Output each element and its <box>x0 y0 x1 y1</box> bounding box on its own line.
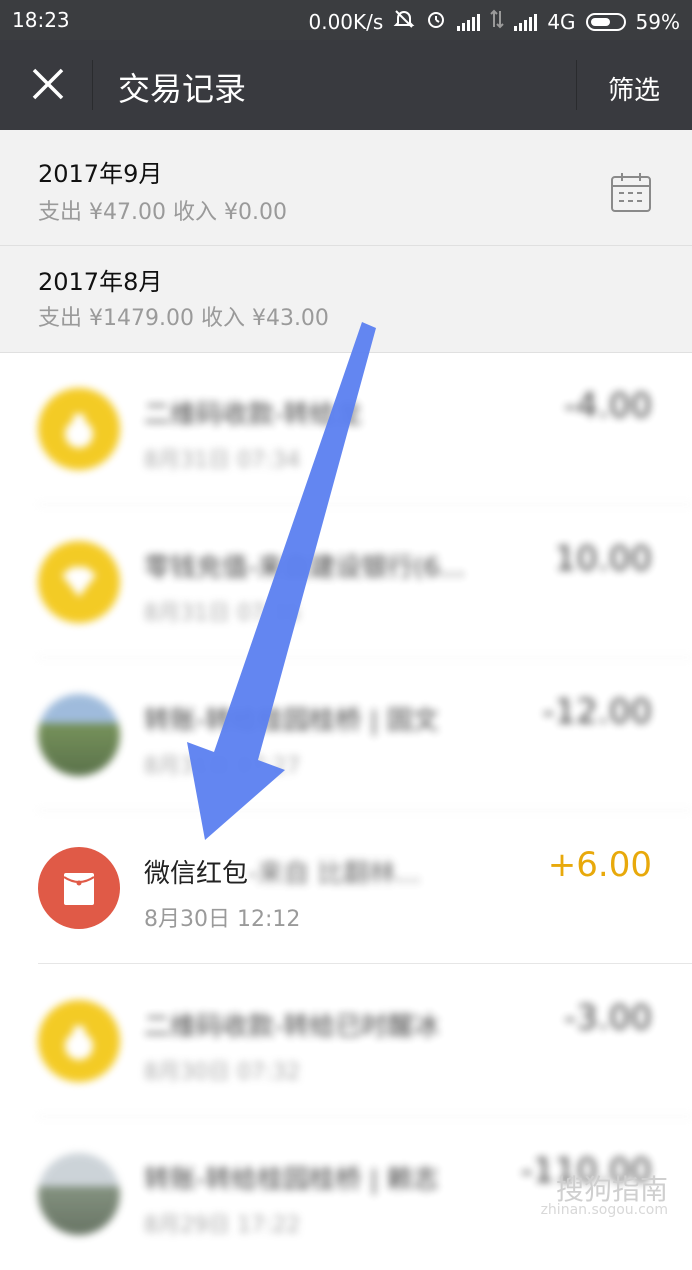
red-packet-icon <box>38 847 120 929</box>
transaction-date: 8月31日 07:36 <box>144 601 301 626</box>
status-bar: 18:23 0.00K/s 4G 59% <box>0 0 692 40</box>
transaction-name: 零钱充值-来自建设银行(6... <box>144 553 465 583</box>
transaction-date: 8月30日 12:12 <box>144 907 301 932</box>
title-bar: 交易记录 筛选 <box>0 40 692 130</box>
transaction-name: 转账-转给桂园桂桥 | 赖志 <box>144 1165 439 1195</box>
landscape-avatar <box>38 1153 120 1235</box>
transaction-name: 二维码收款-转给已时醒冰 <box>144 1012 440 1042</box>
filter-button[interactable]: 筛选 <box>608 70 660 107</box>
data-arrows-icon <box>490 9 505 34</box>
transaction-name: 二维码收款-转给龙 <box>144 400 362 430</box>
status-time: 18:23 <box>12 8 70 32</box>
network-speed: 0.00K/s <box>308 9 384 34</box>
month-header-aug[interactable]: 2017年8月 支出 ¥1479.00 收入 ¥43.00 <box>0 246 692 353</box>
watermark-url: zhinan.sogou.com <box>540 1202 668 1218</box>
transaction-row[interactable]: 二维码收款-转给龙 8月31日 07:34 -4.00 <box>0 352 692 505</box>
landscape-avatar <box>38 694 120 776</box>
transaction-amount: -4.00 <box>564 386 652 426</box>
transaction-amount: +6.00 <box>547 845 652 885</box>
network-type: 4G <box>547 9 576 34</box>
transaction-list: 二维码收款-转给龙 8月31日 07:34 -4.00 零钱充值-来自建设银行(… <box>0 352 692 1238</box>
transaction-row[interactable]: 二维码收款-转给已时醒冰 8月30日 07:32 -3.00 <box>0 964 692 1117</box>
filter-divider <box>576 60 577 110</box>
battery-icon <box>585 12 626 31</box>
transaction-amount: -3.00 <box>564 998 652 1038</box>
page-title: 交易记录 <box>118 70 247 108</box>
transaction-row[interactable]: 零钱充值-来自建设银行(6... 8月31日 07:36 10.00 <box>0 505 692 658</box>
month-title: 2017年8月 <box>38 268 163 296</box>
transaction-name-rest: -来自 比翻林... <box>248 859 421 889</box>
alarm-icon <box>425 8 447 35</box>
month-summary: 支出 ¥47.00 收入 ¥0.00 <box>38 200 287 225</box>
transaction-row[interactable]: 转账-转给桂园桂桥 | 固文 8月31日 07:27 -12.00 <box>0 658 692 811</box>
calendar-icon[interactable] <box>610 172 652 214</box>
battery-percent: 59% <box>635 9 680 34</box>
transaction-name-main: 微信红包 <box>144 859 249 889</box>
signal-icon-2 <box>514 13 538 31</box>
transaction-date: 8月31日 07:34 <box>144 448 301 473</box>
transaction-name: 转账-转给桂园桂桥 | 固文 <box>144 706 439 736</box>
month-header-sep[interactable]: 2017年9月 支出 ¥47.00 收入 ¥0.00 <box>0 130 692 246</box>
bell-off-icon <box>393 8 415 35</box>
title-divider <box>92 60 93 110</box>
month-title: 2017年9月 <box>38 160 163 188</box>
transaction-amount: -12.00 <box>542 692 652 732</box>
transaction-row-red-packet[interactable]: 微信红包-来自 比翻林... 8月30日 12:12 +6.00 <box>0 811 692 964</box>
money-bag-icon <box>38 1000 120 1082</box>
transaction-date: 8月31日 07:27 <box>144 754 301 779</box>
transaction-date: 8月30日 07:32 <box>144 1060 301 1085</box>
transaction-date: 8月29日 17:22 <box>144 1213 301 1238</box>
watermark: 搜狗指南 zhinan.sogou.com <box>541 1168 668 1218</box>
transaction-name: 微信红包-来自 比翻林... <box>144 853 420 890</box>
signal-icon <box>457 13 481 31</box>
transaction-amount: 10.00 <box>554 539 652 579</box>
diamond-icon <box>38 541 120 623</box>
close-icon[interactable] <box>28 64 68 104</box>
money-bag-icon <box>38 388 120 470</box>
status-right: 0.00K/s 4G 59% <box>309 8 681 35</box>
month-summary: 支出 ¥1479.00 收入 ¥43.00 <box>38 306 329 331</box>
